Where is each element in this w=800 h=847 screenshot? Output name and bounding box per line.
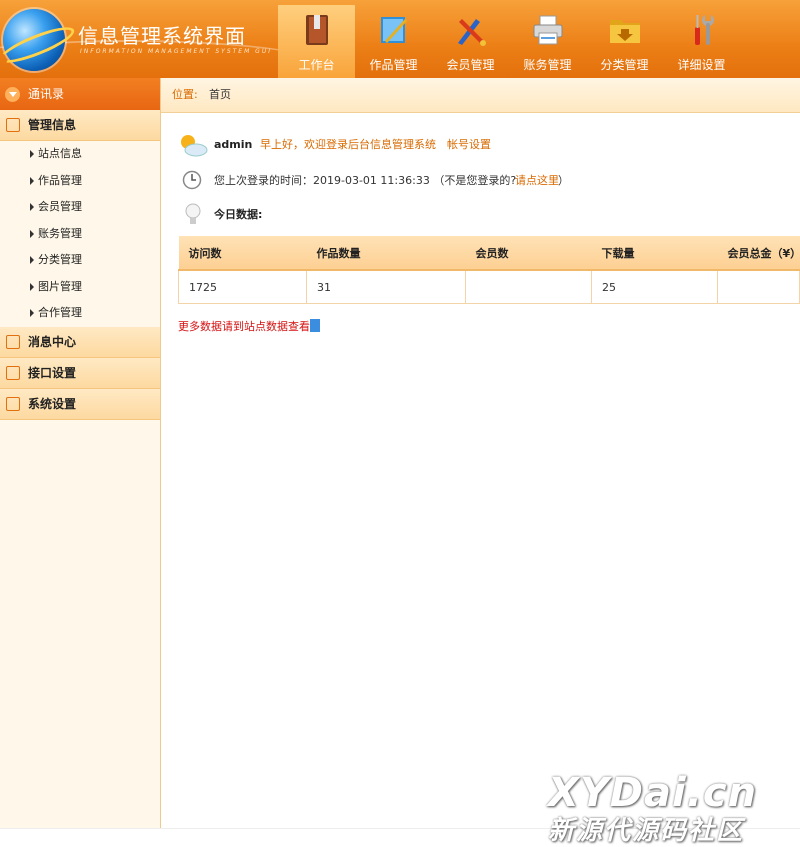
sidebar-item-images[interactable]: 图片管理 xyxy=(0,274,160,301)
nav-settings[interactable]: 详细设置 xyxy=(663,5,740,78)
top-header: 信息管理系统界面 INFORMATION MANAGEMENT SYSTEM G… xyxy=(0,0,800,78)
cell-works-count: 31 xyxy=(306,270,466,304)
table-header-row: 访问数 作品数量 会员数 下载量 会员总金（¥） xyxy=(178,236,800,271)
list-icon xyxy=(6,118,20,132)
sidebar-item-label: 站点信息 xyxy=(38,147,82,160)
nav-label: 会员管理 xyxy=(446,58,495,72)
folder-icon xyxy=(610,20,640,43)
sidebar-item-label: 图片管理 xyxy=(38,279,82,293)
breadcrumb-home-link[interactable]: 首页 xyxy=(209,78,231,112)
sidebar-group-system[interactable]: 系统设置 xyxy=(0,388,160,420)
nav-members[interactable]: 会员管理 xyxy=(432,5,509,78)
nav-label: 账务管理 xyxy=(523,58,572,72)
app-subtitle: INFORMATION MANAGEMENT SYSTEM GUI xyxy=(80,48,272,55)
more-data-link[interactable]: 更多数据请到站点数据查看 xyxy=(178,318,320,334)
sidebar-item-label: 会员管理 xyxy=(38,200,82,213)
today-data-label: 今日数据: xyxy=(214,208,263,221)
book-icon xyxy=(306,15,328,45)
sidebar-group-messages[interactable]: 消息中心 xyxy=(0,326,160,358)
paren-close: ） xyxy=(558,174,569,187)
nav-category[interactable]: 分类管理 xyxy=(586,5,663,78)
more-data-text: 更多数据请到站点数据查看 xyxy=(178,320,310,333)
lightbulb-icon xyxy=(185,203,201,224)
sidebar-item-label: 分类管理 xyxy=(38,253,82,266)
nav-label: 分类管理 xyxy=(600,58,649,72)
pencil-brush-icon xyxy=(458,19,486,46)
sidebar-item-label: 作品管理 xyxy=(38,173,82,187)
cell-member-total xyxy=(717,270,800,304)
watermark: XYDai.cn 新源代源码社区 xyxy=(548,770,798,847)
col-works-count: 作品数量 xyxy=(306,236,466,271)
printer-icon xyxy=(533,15,563,45)
nav-label: 详细设置 xyxy=(677,58,726,72)
sidebar-item-category[interactable]: 分类管理 xyxy=(0,247,160,274)
cell-visits: 1725 xyxy=(178,270,307,304)
welcome-text: 早上好，欢迎登录后台信息管理系统 xyxy=(260,138,436,151)
sidebar-group-label: 管理信息 xyxy=(28,118,77,132)
weather-icon xyxy=(181,135,208,157)
col-downloads: 下载量 xyxy=(591,236,718,271)
cell-downloads: 25 xyxy=(591,270,718,304)
sidebar-item-cooperation[interactable]: 合作管理 xyxy=(0,300,160,327)
ruler-icon xyxy=(381,17,407,43)
watermark-line2: 新源代源码社区 xyxy=(548,816,745,846)
cell-members xyxy=(465,270,592,304)
sidebar-item-label: 合作管理 xyxy=(38,306,82,319)
text-cursor-selection xyxy=(310,319,320,332)
sidebar-item-works[interactable]: 作品管理 xyxy=(0,168,160,195)
username: admin xyxy=(214,138,253,151)
sidebar-item-finance[interactable]: 账务管理 xyxy=(0,221,160,248)
breadcrumb: 位置: 首页 xyxy=(161,78,800,113)
sidebar-item-label: 账务管理 xyxy=(38,226,82,240)
table-row: 1725 31 25 xyxy=(178,270,800,304)
sidebar-group-label: 接口设置 xyxy=(28,365,77,380)
account-settings-link[interactable]: 帐号设置 xyxy=(447,132,491,158)
clock-icon xyxy=(182,170,202,190)
col-visits: 访问数 xyxy=(178,236,307,271)
tools-icon xyxy=(695,15,714,45)
click-here-link[interactable]: 请点这里 xyxy=(515,168,559,194)
nav-workbench[interactable]: 工作台 xyxy=(278,5,355,78)
sidebar-group-label: 系统设置 xyxy=(28,396,77,411)
sidebar-group-label: 消息中心 xyxy=(28,334,77,349)
nav-label: 作品管理 xyxy=(369,58,418,72)
sidebar-header-label: 通讯录 xyxy=(28,87,65,101)
chevron-down-icon xyxy=(5,87,20,102)
nav-label: 工作台 xyxy=(298,58,335,72)
nav-works[interactable]: 作品管理 xyxy=(355,5,432,78)
sidebar-item-site-info[interactable]: 站点信息 xyxy=(0,141,160,168)
sidebar: 通讯录 管理信息 站点信息 作品管理 会员管理 账务管理 分类管理 图片管理 合… xyxy=(0,78,161,828)
sidebar-group-interface[interactable]: 接口设置 xyxy=(0,357,160,389)
calendar-icon xyxy=(6,396,20,411)
sidebar-group-manage-info[interactable]: 管理信息 xyxy=(0,110,160,141)
col-members: 会员数 xyxy=(465,236,592,271)
top-nav: 工作台 作品管理 会员管理 账务管理 分类管理 详细设置 xyxy=(278,5,740,78)
last-login-text: 您上次登录的时间：2019-03-01 11:36:33 （不是您登录的? xyxy=(214,174,517,187)
col-member-total: 会员总金（¥） xyxy=(717,236,800,271)
edit-icon xyxy=(6,365,20,380)
message-icon xyxy=(6,334,20,349)
globe-logo-icon xyxy=(3,9,65,71)
today-stats-table: 访问数 作品数量 会员数 下载量 会员总金（¥） 1725 31 25 xyxy=(178,236,800,304)
sidebar-header-contacts[interactable]: 通讯录 xyxy=(0,78,160,110)
breadcrumb-label: 位置: xyxy=(172,88,198,101)
nav-finance[interactable]: 账务管理 xyxy=(509,5,586,78)
app-title: 信息管理系统界面 xyxy=(78,24,246,48)
sidebar-item-members[interactable]: 会员管理 xyxy=(0,194,160,221)
